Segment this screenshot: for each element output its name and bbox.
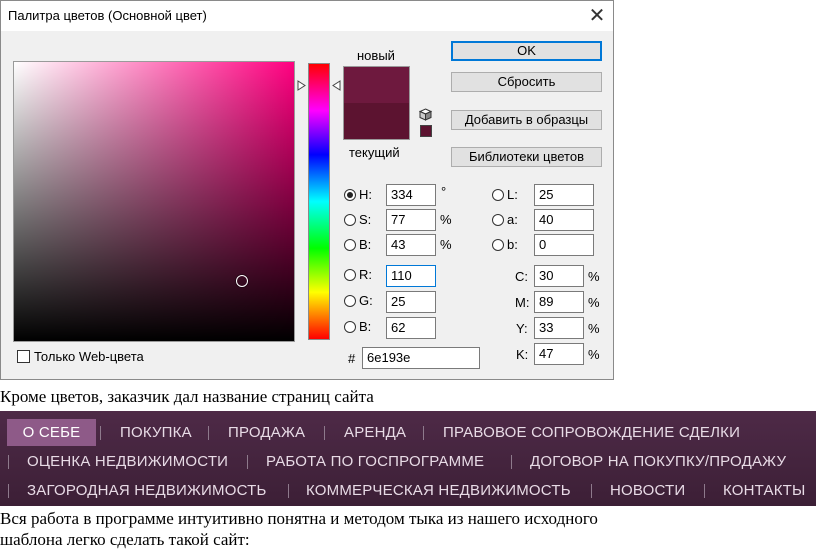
input-s[interactable]: 77 bbox=[386, 209, 436, 231]
input-h[interactable]: 334 bbox=[386, 184, 436, 206]
input-g[interactable]: 25 bbox=[386, 291, 436, 313]
menu-separator bbox=[100, 426, 101, 440]
menu-item-country[interactable]: ЗАГОРОДНАЯ НЕДВИЖИМОСТЬ bbox=[27, 477, 267, 504]
menu-separator bbox=[511, 455, 512, 469]
menu-item-state-program[interactable]: РАБОТА ПО ГОСПРОГРАММЕ bbox=[266, 448, 484, 475]
paragraph-work-1: Вся работа в программе интуитивно понятн… bbox=[0, 509, 598, 528]
radio-lab-b[interactable] bbox=[492, 239, 504, 251]
label-r: R: bbox=[359, 267, 372, 282]
menu-item-appraisal[interactable]: ОЦЕНКА НЕДВИЖИМОСТИ bbox=[27, 448, 228, 475]
unit-s: % bbox=[440, 212, 452, 227]
radio-r[interactable] bbox=[344, 269, 356, 281]
label-m: M: bbox=[515, 295, 530, 310]
hue-slider[interactable] bbox=[308, 63, 330, 340]
paragraph-pages: Кроме цветов, заказчик дал название стра… bbox=[0, 387, 374, 406]
close-icon[interactable]: ✕ bbox=[583, 3, 611, 29]
label-c: C: bbox=[515, 269, 528, 284]
color-picker-circle[interactable] bbox=[236, 275, 248, 287]
menu-separator bbox=[288, 484, 289, 498]
ok-button[interactable]: OK bbox=[451, 41, 602, 61]
menu-item-about[interactable]: О СЕБЕ bbox=[7, 419, 96, 446]
label-hex: # bbox=[348, 351, 356, 366]
radio-blue[interactable] bbox=[344, 321, 356, 333]
input-lab-b[interactable]: 0 bbox=[534, 234, 594, 256]
menu-item-sell[interactable]: ПРОДАЖА bbox=[228, 419, 305, 446]
hue-slider-left-arrow-icon[interactable] bbox=[297, 80, 306, 91]
unit-m: % bbox=[588, 295, 600, 310]
unit-c: % bbox=[588, 269, 600, 284]
label-y: Y: bbox=[516, 321, 528, 336]
new-color-label: новый bbox=[357, 48, 395, 63]
radio-a[interactable] bbox=[492, 214, 504, 226]
label-lab-b: b: bbox=[507, 237, 518, 252]
site-menu: О СЕБЕ ПОКУПКА ПРОДАЖА АРЕНДА ПРАВОВОЕ С… bbox=[0, 411, 816, 506]
current-color-swatch[interactable] bbox=[344, 103, 409, 139]
radio-g[interactable] bbox=[344, 295, 356, 307]
input-b[interactable]: 43 bbox=[386, 234, 436, 256]
menu-separator bbox=[8, 455, 9, 469]
current-color-label: текущий bbox=[349, 145, 400, 160]
new-color-swatch bbox=[344, 67, 409, 103]
input-l[interactable]: 25 bbox=[534, 184, 594, 206]
unit-h: ° bbox=[441, 184, 447, 199]
dialog-title: Палитра цветов (Основной цвет) bbox=[8, 8, 207, 23]
radio-s[interactable] bbox=[344, 214, 356, 226]
unit-y: % bbox=[588, 321, 600, 336]
input-r[interactable]: 110 bbox=[386, 265, 436, 287]
menu-separator bbox=[591, 484, 592, 498]
unit-k: % bbox=[588, 347, 600, 362]
input-blue[interactable]: 62 bbox=[386, 317, 436, 339]
label-l: L: bbox=[507, 187, 518, 202]
input-m[interactable]: 89 bbox=[534, 291, 584, 313]
label-blue: B: bbox=[359, 319, 372, 334]
color-field[interactable] bbox=[13, 61, 295, 342]
menu-item-buy[interactable]: ПОКУПКА bbox=[120, 419, 192, 446]
web-safe-color-swatch[interactable] bbox=[420, 125, 432, 137]
input-c[interactable]: 30 bbox=[534, 265, 584, 287]
menu-item-contacts[interactable]: КОНТАКТЫ bbox=[723, 477, 806, 504]
radio-h[interactable] bbox=[344, 189, 356, 201]
menu-item-commercial[interactable]: КОММЕРЧЕСКАЯ НЕДВИЖИМОСТЬ bbox=[306, 477, 571, 504]
unit-b: % bbox=[440, 237, 452, 252]
input-k[interactable]: 47 bbox=[534, 343, 584, 365]
radio-b[interactable] bbox=[344, 239, 356, 251]
label-h: H: bbox=[359, 187, 372, 202]
color-picker-dialog: Палитра цветов (Основной цвет) ✕ новый т… bbox=[0, 0, 614, 380]
web-colors-only-label: Только Web-цвета bbox=[34, 349, 144, 364]
reset-button[interactable]: Сбросить bbox=[451, 72, 602, 92]
input-y[interactable]: 33 bbox=[534, 317, 584, 339]
input-a[interactable]: 40 bbox=[534, 209, 594, 231]
web-colors-only-checkbox[interactable] bbox=[17, 350, 30, 363]
label-g: G: bbox=[359, 293, 373, 308]
label-k: K: bbox=[516, 347, 529, 362]
menu-separator bbox=[423, 426, 424, 440]
menu-separator bbox=[324, 426, 325, 440]
hue-slider-right-arrow-icon[interactable] bbox=[332, 80, 341, 91]
menu-item-news[interactable]: НОВОСТИ bbox=[610, 477, 685, 504]
title-bar: Палитра цветов (Основной цвет) ✕ bbox=[1, 1, 613, 31]
menu-separator bbox=[208, 426, 209, 440]
menu-item-legal[interactable]: ПРАВОВОЕ СОПРОВОЖДЕНИЕ СДЕЛКИ bbox=[443, 419, 740, 446]
menu-separator bbox=[247, 455, 248, 469]
add-to-swatches-button[interactable]: Добавить в образцы bbox=[451, 110, 602, 130]
label-s: S: bbox=[359, 212, 372, 227]
label-a: a: bbox=[507, 212, 518, 227]
color-libraries-button[interactable]: Библиотеки цветов bbox=[451, 147, 602, 167]
menu-separator bbox=[704, 484, 705, 498]
menu-separator bbox=[8, 484, 9, 498]
radio-l[interactable] bbox=[492, 189, 504, 201]
menu-item-contract[interactable]: ДОГОВОР НА ПОКУПКУ/ПРОДАЖУ bbox=[530, 448, 786, 475]
cube-icon[interactable] bbox=[419, 108, 432, 121]
menu-item-rent[interactable]: АРЕНДА bbox=[344, 419, 406, 446]
paragraph-work-2: шаблона легко сделать такой сайт: bbox=[0, 530, 250, 549]
input-hex[interactable]: 6e193e bbox=[362, 347, 480, 369]
label-b: B: bbox=[359, 237, 372, 252]
